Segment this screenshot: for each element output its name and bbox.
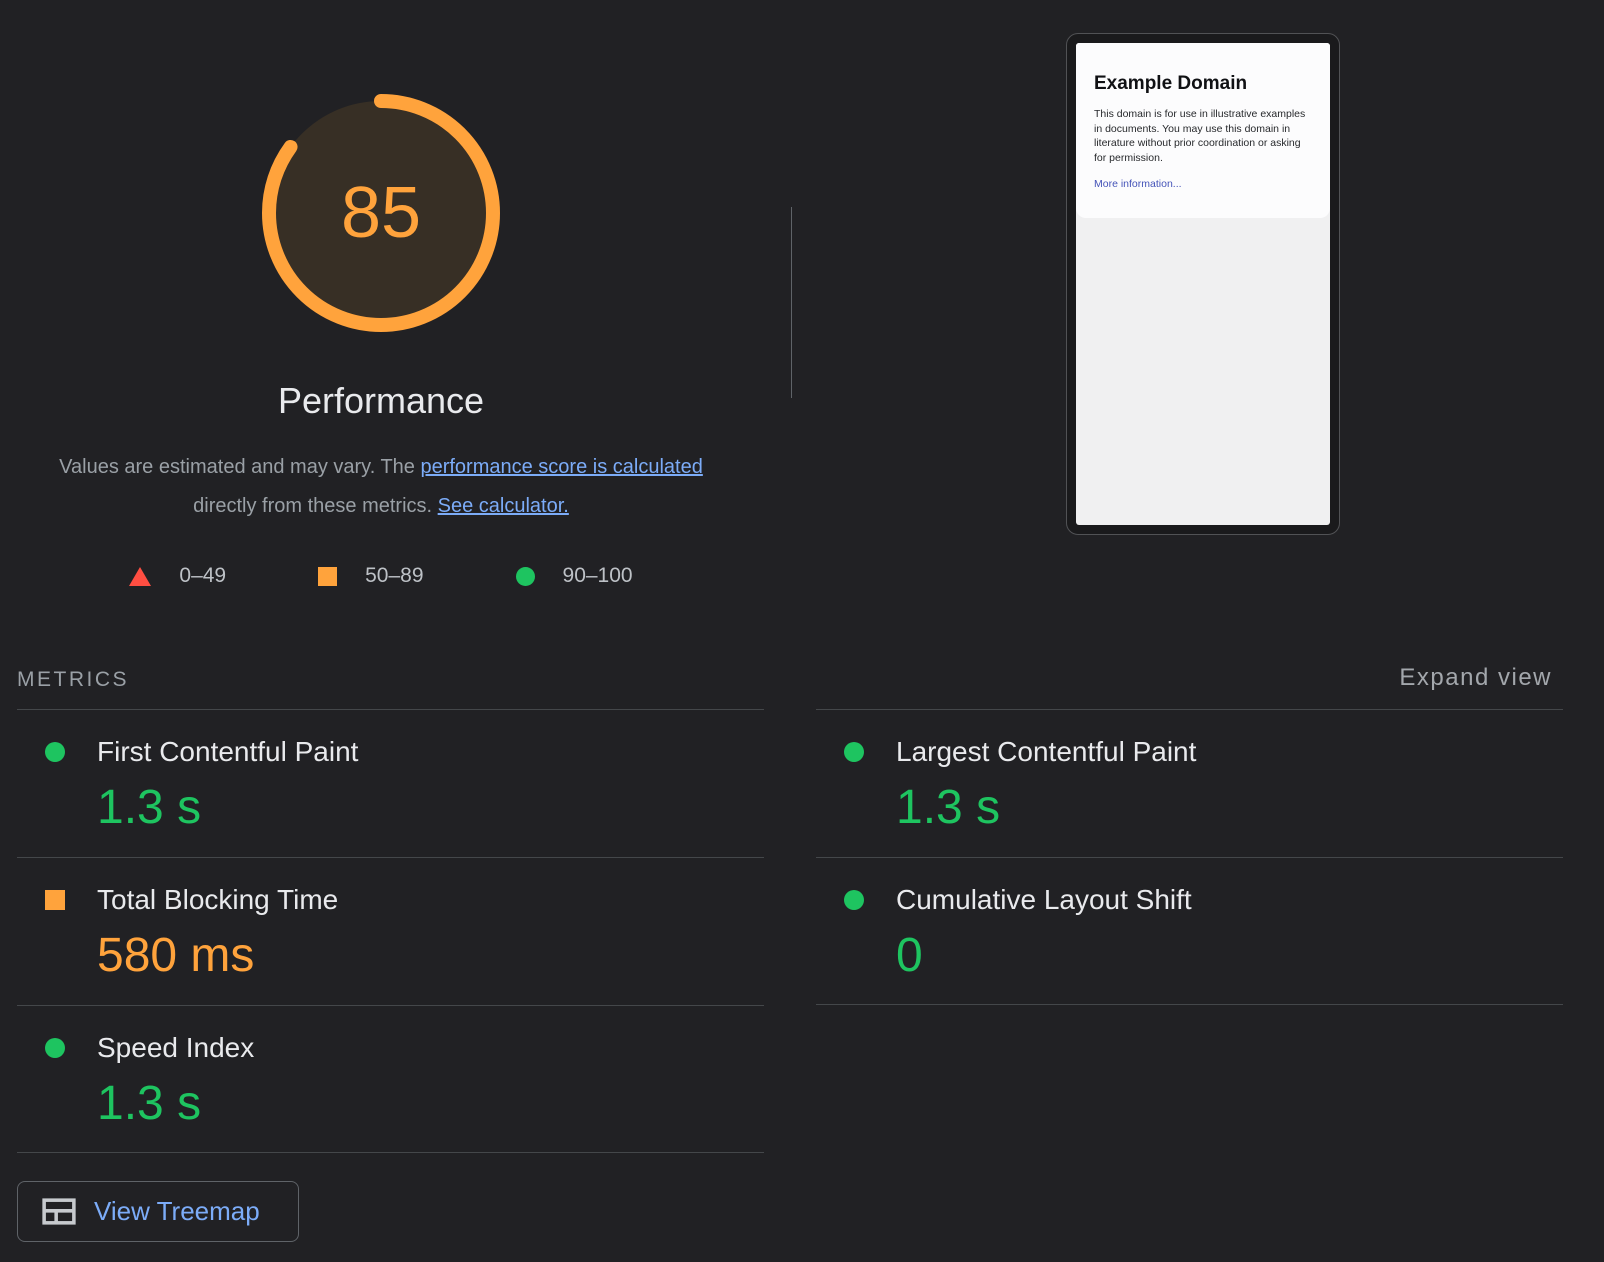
screenshot-content-card: Example Domain This domain is for use in… bbox=[1076, 43, 1330, 218]
screenshot-more-information-link: More information... bbox=[1094, 178, 1182, 190]
metric-status-icon bbox=[45, 890, 65, 910]
metric-value: 1.3 s bbox=[97, 1076, 764, 1131]
metric-value: 580 ms bbox=[97, 928, 764, 983]
metric-value: 1.3 s bbox=[896, 780, 1563, 835]
metric-status-icon bbox=[45, 1038, 65, 1058]
metric-name: First Contentful Paint bbox=[97, 736, 358, 768]
metric-cumulative-layout-shift: Cumulative Layout Shift 0 bbox=[816, 857, 1563, 1005]
expand-view-button[interactable]: Expand view bbox=[1399, 664, 1552, 692]
metrics-header: METRICS Expand view bbox=[17, 640, 1563, 709]
view-treemap-label: View Treemap bbox=[94, 1196, 260, 1227]
score-disclaimer: Values are estimated and may vary. The p… bbox=[0, 448, 762, 526]
disclaimer-text-before: Values are estimated and may vary. The bbox=[59, 456, 420, 478]
metric-status-icon bbox=[844, 890, 864, 910]
legend-range-label: 0–49 bbox=[179, 564, 226, 588]
performance-score-gauge[interactable]: 85 bbox=[261, 93, 501, 333]
metrics-grid: First Contentful Paint 1.3 s Total Block… bbox=[17, 709, 1563, 1242]
metrics-section: METRICS Expand view First Contentful Pai… bbox=[17, 640, 1563, 1242]
screenshot-page-heading: Example Domain bbox=[1094, 73, 1312, 95]
metrics-column-left: First Contentful Paint 1.3 s Total Block… bbox=[17, 709, 764, 1242]
average-square-icon bbox=[318, 567, 337, 586]
legend-item-average: 50–89 bbox=[318, 564, 423, 588]
see-calculator-link[interactable]: See calculator. bbox=[438, 495, 569, 517]
metric-name-row: First Contentful Paint bbox=[17, 736, 764, 768]
treemap-row: View Treemap bbox=[17, 1181, 764, 1242]
view-treemap-button[interactable]: View Treemap bbox=[17, 1181, 299, 1242]
treemap-icon bbox=[42, 1198, 76, 1225]
final-screenshot-thumbnail: Example Domain This domain is for use in… bbox=[1066, 33, 1340, 535]
metric-name-row: Cumulative Layout Shift bbox=[816, 884, 1563, 916]
fail-triangle-icon bbox=[129, 567, 151, 586]
metric-total-blocking-time: Total Blocking Time 580 ms bbox=[17, 857, 764, 1005]
disclaimer-text-middle: directly from these metrics. bbox=[193, 495, 438, 517]
metric-value: 0 bbox=[896, 928, 1563, 983]
metric-name-row: Largest Contentful Paint bbox=[816, 736, 1563, 768]
metric-speed-index: Speed Index 1.3 s bbox=[17, 1005, 764, 1153]
metric-name: Total Blocking Time bbox=[97, 884, 338, 916]
performance-score-calculated-link[interactable]: performance score is calculated bbox=[420, 456, 702, 478]
legend-range-label: 90–100 bbox=[563, 564, 633, 588]
performance-summary: 85 Performance Values are estimated and … bbox=[0, 0, 1604, 640]
metrics-column-right: Largest Contentful Paint 1.3 s Cumulativ… bbox=[816, 709, 1563, 1242]
metric-name: Largest Contentful Paint bbox=[896, 736, 1196, 768]
metric-name: Cumulative Layout Shift bbox=[896, 884, 1192, 916]
performance-score-value: 85 bbox=[341, 177, 421, 249]
metric-name-row: Total Blocking Time bbox=[17, 884, 764, 916]
screenshot-page-body: This domain is for use in illustrative e… bbox=[1094, 107, 1312, 166]
score-legend: 0–49 50–89 90–100 bbox=[0, 564, 762, 588]
metric-largest-contentful-paint: Largest Contentful Paint 1.3 s bbox=[816, 709, 1563, 857]
metric-value: 1.3 s bbox=[97, 780, 764, 835]
metric-status-icon bbox=[844, 742, 864, 762]
legend-range-label: 50–89 bbox=[365, 564, 423, 588]
metric-name: Speed Index bbox=[97, 1032, 254, 1064]
pass-circle-icon bbox=[516, 567, 535, 586]
legend-item-fail: 0–49 bbox=[129, 564, 226, 588]
summary-vertical-divider bbox=[791, 207, 792, 398]
metric-name-row: Speed Index bbox=[17, 1032, 764, 1064]
metrics-section-title: METRICS bbox=[17, 668, 129, 692]
metric-first-contentful-paint: First Contentful Paint 1.3 s bbox=[17, 709, 764, 857]
metric-status-icon bbox=[45, 742, 65, 762]
screenshot-page: Example Domain This domain is for use in… bbox=[1076, 43, 1330, 525]
legend-item-pass: 90–100 bbox=[516, 564, 633, 588]
performance-title: Performance bbox=[0, 380, 762, 422]
